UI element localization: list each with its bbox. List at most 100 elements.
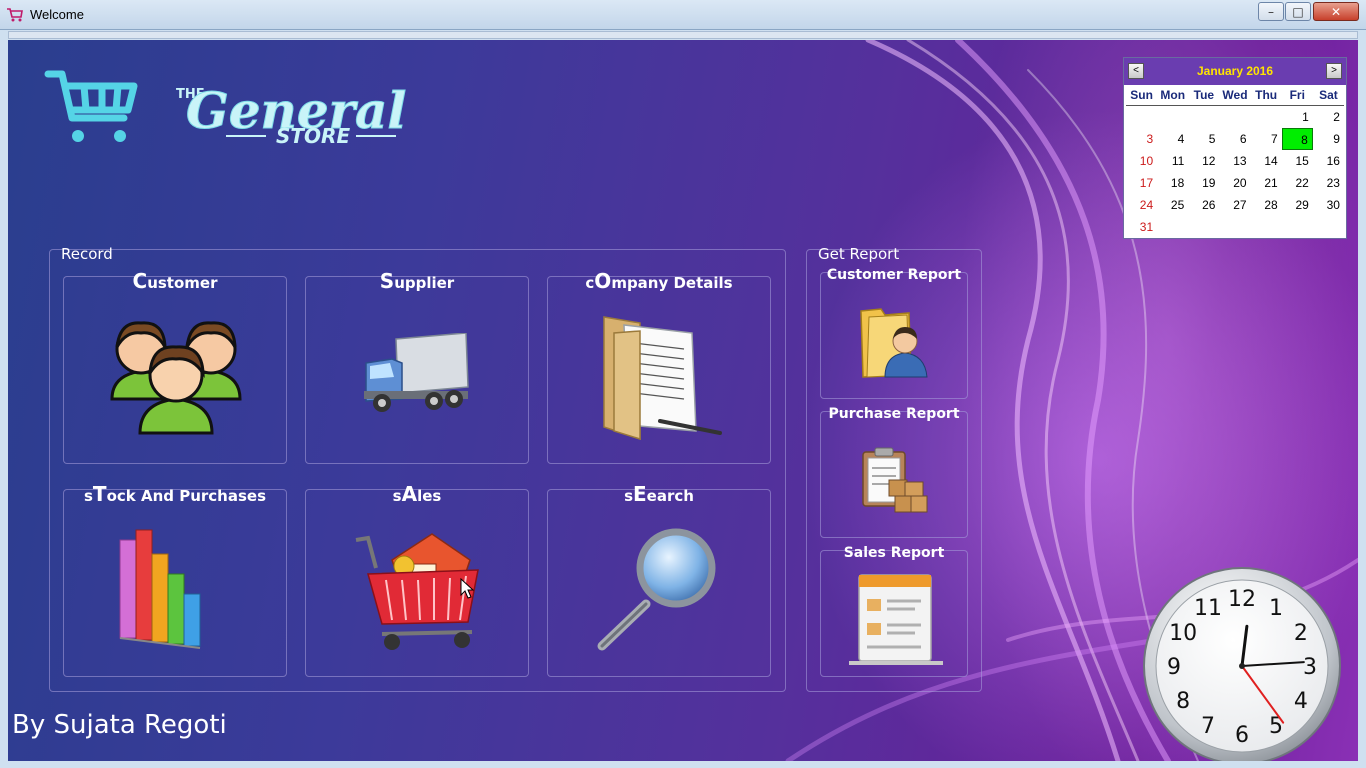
calendar-empty-cell bbox=[1219, 216, 1250, 238]
clock-number-7: 7 bbox=[1201, 714, 1215, 739]
calendar-day-28[interactable]: 28 bbox=[1251, 194, 1282, 216]
people-icon bbox=[110, 321, 242, 435]
sales-label: sAles bbox=[392, 482, 442, 506]
sales-report-tile[interactable]: Sales Report bbox=[820, 545, 968, 677]
purchase-report-label: Purchase Report bbox=[828, 406, 960, 422]
calendar-day-27[interactable]: 27 bbox=[1219, 194, 1250, 216]
calendar-empty-cell bbox=[1126, 106, 1157, 128]
main-panel: THE General STORE Record Customer Suppli bbox=[8, 40, 1358, 761]
customer-report-label: Customer Report bbox=[826, 267, 962, 283]
maximize-button[interactable]: □ bbox=[1285, 2, 1311, 21]
stock-and-purchases-label: sTock And Purchases bbox=[83, 482, 267, 506]
clock-number-5: 5 bbox=[1269, 714, 1283, 739]
weekday-wed: Wed bbox=[1222, 88, 1248, 102]
title-bar: Welcome – □ ✕ bbox=[0, 0, 1366, 30]
clock-number-8: 8 bbox=[1176, 689, 1190, 714]
calendar-empty-cell bbox=[1313, 216, 1344, 238]
mouse-cursor bbox=[460, 578, 475, 599]
calendar-empty-cell bbox=[1157, 106, 1188, 128]
analog-clock: 12 12 3 45678 9 1011 bbox=[1143, 567, 1341, 761]
documents-icon bbox=[603, 316, 722, 441]
calendar-day-31[interactable]: 31 bbox=[1126, 216, 1157, 238]
calendar-empty-cell bbox=[1251, 106, 1282, 128]
minimize-button[interactable]: – bbox=[1258, 2, 1284, 21]
calendar-day-3[interactable]: 3 bbox=[1126, 128, 1157, 150]
calendar-day-29[interactable]: 29 bbox=[1282, 194, 1313, 216]
calendar-header: < January 2016 > bbox=[1124, 58, 1346, 85]
truck-icon bbox=[364, 333, 469, 412]
calendar-empty-cell bbox=[1188, 106, 1219, 128]
calendar-day-30[interactable]: 30 bbox=[1313, 194, 1344, 216]
record-group-label: Record bbox=[61, 245, 113, 263]
calendar-day-8[interactable]: 8 bbox=[1281, 128, 1313, 150]
weekday-sat: Sat bbox=[1319, 88, 1338, 102]
supplier-tile[interactable]: Supplier bbox=[305, 269, 529, 464]
calendar-day-2[interactable]: 2 bbox=[1313, 106, 1344, 128]
weekday-tue: Tue bbox=[1193, 88, 1215, 102]
clock-number-1: 1 bbox=[1269, 596, 1283, 621]
clock-number-6: 6 bbox=[1235, 723, 1249, 748]
calendar-day-11[interactable]: 11 bbox=[1157, 150, 1188, 172]
weekday-fri: Fri bbox=[1289, 88, 1305, 102]
weekday-thu: Thu bbox=[1255, 88, 1278, 102]
clock-number-9: 9 bbox=[1167, 655, 1181, 680]
general-store-logo: THE General STORE bbox=[176, 81, 407, 149]
magnifier-icon bbox=[597, 528, 716, 651]
calendar-day-26[interactable]: 26 bbox=[1188, 194, 1219, 216]
calendar-day-4[interactable]: 4 bbox=[1157, 128, 1188, 150]
calendar-day-6[interactable]: 6 bbox=[1219, 128, 1250, 150]
author-label: By Sujata Regoti bbox=[12, 710, 227, 740]
supplier-label: Supplier bbox=[379, 269, 455, 293]
clipboard-boxes-icon bbox=[862, 447, 928, 513]
calendar-day-19[interactable]: 19 bbox=[1188, 172, 1219, 194]
calendar-day-14[interactable]: 14 bbox=[1251, 150, 1282, 172]
calendar-day-20[interactable]: 20 bbox=[1219, 172, 1250, 194]
calendar-day-1[interactable]: 1 bbox=[1282, 106, 1313, 128]
calendar-day-10[interactable]: 10 bbox=[1126, 150, 1157, 172]
calendar-day-16[interactable]: 16 bbox=[1313, 150, 1344, 172]
calendar-empty-cell bbox=[1188, 216, 1219, 238]
stock-and-purchases-tile[interactable]: sTock And Purchases bbox=[63, 482, 287, 677]
calendar-weekdays: Sun Mon Tue Wed Thu Fri Sat bbox=[1126, 85, 1344, 106]
calendar-day-13[interactable]: 13 bbox=[1219, 150, 1250, 172]
close-button[interactable]: ✕ bbox=[1313, 2, 1359, 21]
calendar-day-9[interactable]: 9 bbox=[1313, 128, 1344, 150]
calendar-empty-cell bbox=[1157, 216, 1188, 238]
calendar-day-12[interactable]: 12 bbox=[1188, 150, 1219, 172]
calendar-day-24[interactable]: 24 bbox=[1126, 194, 1157, 216]
calendar-day-15[interactable]: 15 bbox=[1282, 150, 1313, 172]
clock-number-2: 2 bbox=[1294, 621, 1308, 646]
clock-number-10: 10 bbox=[1169, 621, 1197, 646]
sales-document-icon bbox=[849, 574, 943, 665]
company-details-label: cOmpany Details bbox=[585, 269, 733, 293]
report-group-label: Get Report bbox=[818, 245, 900, 263]
calendar-day-25[interactable]: 25 bbox=[1157, 194, 1188, 216]
calendar-next-button[interactable]: > bbox=[1326, 63, 1342, 79]
customer-report-tile[interactable]: Customer Report bbox=[820, 267, 968, 399]
user-folder-icon bbox=[860, 308, 928, 378]
purchase-report-tile[interactable]: Purchase Report bbox=[820, 406, 968, 538]
calendar-day-18[interactable]: 18 bbox=[1157, 172, 1188, 194]
company-details-tile[interactable]: cOmpany Details bbox=[547, 269, 771, 464]
logo-store: STORE bbox=[276, 124, 350, 148]
customer-tile[interactable]: Customer bbox=[63, 269, 287, 464]
calendar-day-17[interactable]: 17 bbox=[1126, 172, 1157, 194]
clock-number-12: 12 bbox=[1228, 587, 1256, 612]
calendar-day-22[interactable]: 22 bbox=[1282, 172, 1313, 194]
menu-strip bbox=[8, 31, 1358, 39]
calendar-day-5[interactable]: 5 bbox=[1188, 128, 1219, 150]
weekday-sun: Sun bbox=[1130, 88, 1153, 102]
calendar-empty-cell bbox=[1282, 216, 1313, 238]
cart-app-icon bbox=[7, 8, 23, 22]
calendar-month-title[interactable]: January 2016 bbox=[1124, 64, 1346, 78]
month-calendar[interactable]: < January 2016 > Sun Mon Tue Wed Thu Fri Sat 1… bbox=[1123, 57, 1347, 239]
search-tile[interactable]: sEearch bbox=[547, 482, 771, 677]
clock-number-3: 3 bbox=[1303, 655, 1317, 680]
calendar-day-21[interactable]: 21 bbox=[1251, 172, 1282, 194]
customer-label: Customer bbox=[132, 269, 218, 293]
calendar-day-23[interactable]: 23 bbox=[1313, 172, 1344, 194]
sales-tile[interactable]: sAles bbox=[305, 482, 529, 677]
calendar-day-7[interactable]: 7 bbox=[1251, 128, 1282, 150]
window-title: Welcome bbox=[30, 7, 84, 22]
cart-logo-icon bbox=[44, 70, 138, 142]
